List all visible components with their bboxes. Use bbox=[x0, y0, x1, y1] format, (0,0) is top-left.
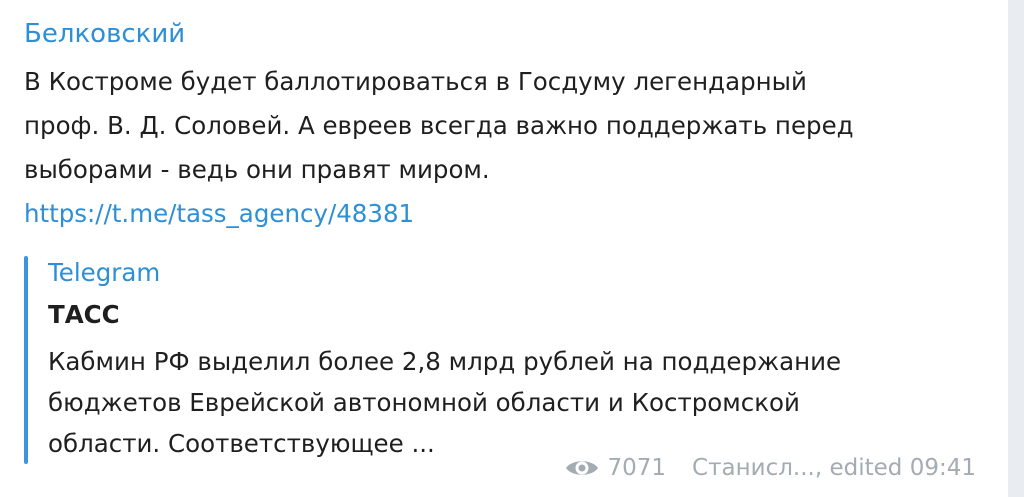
link-preview-description-line: бюджетов Еврейской автономной области и … bbox=[48, 388, 800, 417]
link-preview[interactable]: Telegram ТАСС Кабмин РФ выделил более 2,… bbox=[24, 250, 964, 464]
eye-icon bbox=[564, 457, 600, 479]
message-link[interactable]: https://t.me/tass_agency/48381 bbox=[24, 192, 984, 236]
message-text-line: В Костроме будет баллотироваться в Госду… bbox=[24, 67, 807, 96]
message-signature: Станисл..., edited 09:41 bbox=[692, 455, 976, 481]
message-meta: 7071 Станисл..., edited 09:41 bbox=[564, 452, 976, 484]
chat-background-edge bbox=[1008, 0, 1024, 497]
link-preview-bar bbox=[24, 256, 28, 464]
message-author[interactable]: Белковский bbox=[24, 16, 185, 52]
views-count: 7071 bbox=[607, 455, 667, 481]
message-text-line: проф. В. Д. Соловей. А евреев всегда важ… bbox=[24, 111, 854, 140]
link-preview-title: ТАСС bbox=[48, 300, 120, 329]
link-preview-site: Telegram bbox=[48, 258, 161, 287]
link-preview-description: Кабмин РФ выделил более 2,8 млрд рублей … bbox=[48, 341, 841, 464]
link-preview-description-line: Кабмин РФ выделил более 2,8 млрд рублей … bbox=[48, 347, 842, 376]
message-text: В Костроме будет баллотироваться в Госду… bbox=[24, 60, 984, 236]
message-bubble: Белковский В Костроме будет баллотироват… bbox=[0, 0, 1008, 497]
message-text-line: выборами - ведь они правят миром. bbox=[24, 155, 490, 184]
